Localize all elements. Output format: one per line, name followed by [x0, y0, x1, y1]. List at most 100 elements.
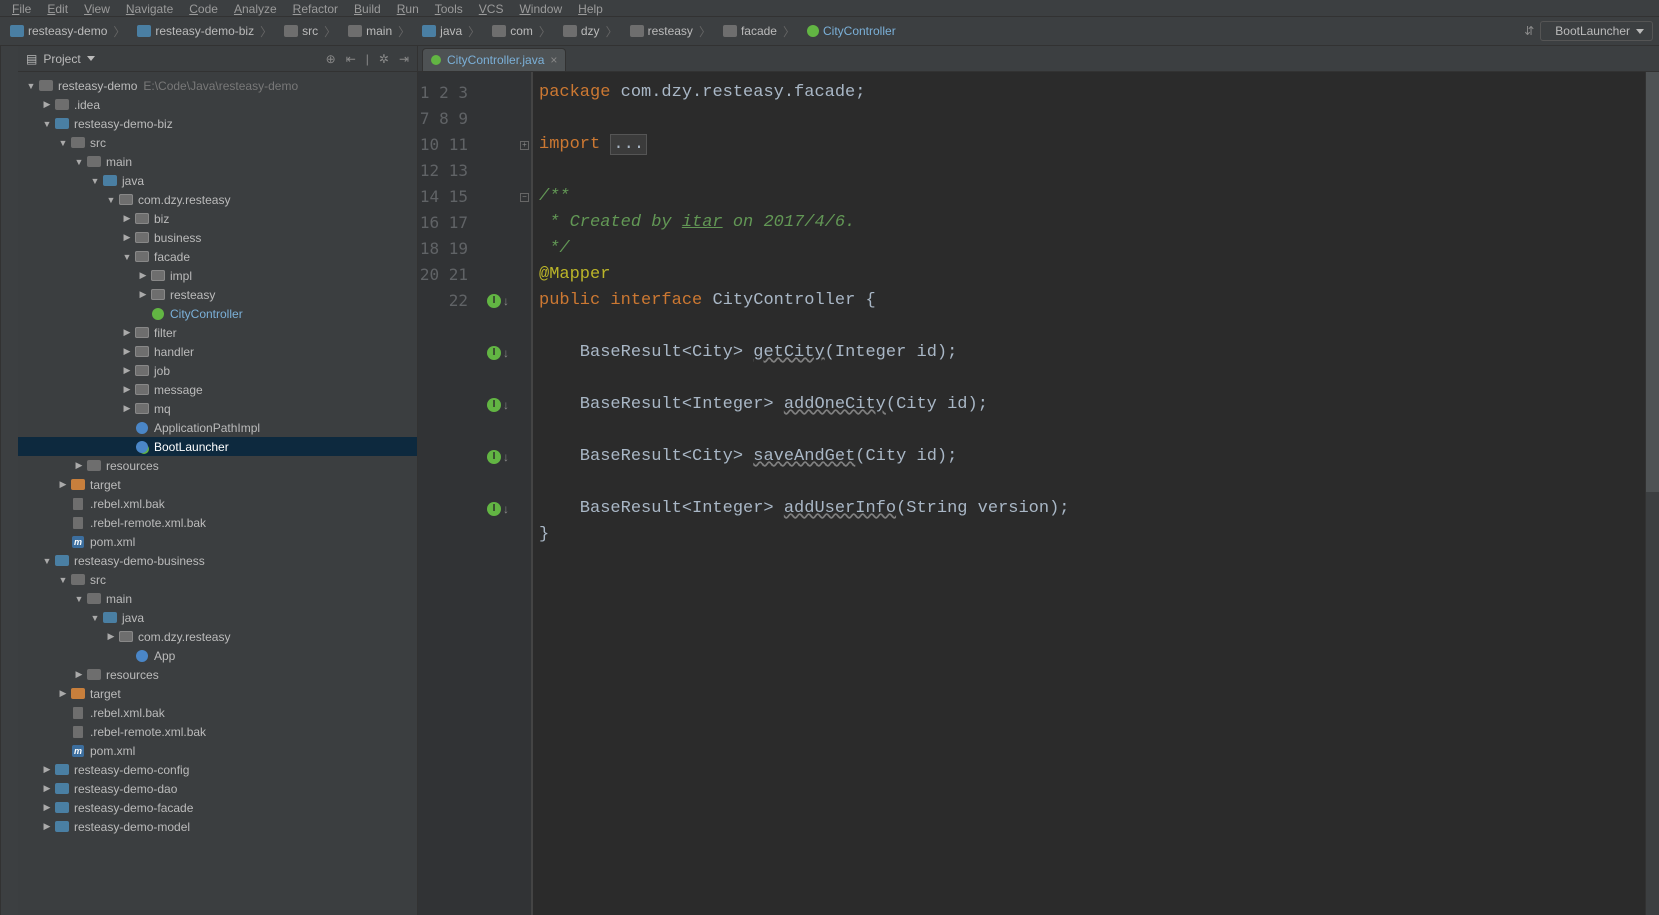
tree-arrow-icon[interactable]: ▶ — [42, 783, 52, 794]
tree-item-mq[interactable]: ▶mq — [18, 399, 417, 418]
tree-arrow-icon[interactable]: ▶ — [42, 99, 52, 110]
tree-arrow-icon[interactable]: ▼ — [58, 575, 68, 585]
implement-gutter-icon[interactable]: I — [487, 502, 501, 516]
implement-gutter-icon[interactable]: I — [487, 398, 501, 412]
tree-arrow-icon[interactable]: ▼ — [42, 556, 52, 566]
tree-arrow-icon[interactable]: ▼ — [74, 594, 84, 604]
tree-arrow-icon[interactable]: ▶ — [122, 384, 132, 395]
tree-arrow-icon[interactable]: ▶ — [138, 270, 148, 281]
tree-item-resources[interactable]: ▶resources — [18, 665, 417, 684]
hide-icon[interactable]: ⇥ — [399, 52, 409, 66]
tree-item-resteasy-demo-biz[interactable]: ▼resteasy-demo-biz — [18, 114, 417, 133]
tree-item-handler[interactable]: ▶handler — [18, 342, 417, 361]
breadcrumb-java[interactable]: java〉 — [418, 21, 484, 42]
tree-item-com-dzy-resteasy[interactable]: ▼com.dzy.resteasy — [18, 190, 417, 209]
tree-arrow-icon[interactable]: ▶ — [74, 460, 84, 471]
menu-vcs[interactable]: VCS — [473, 2, 510, 16]
tree-arrow-icon[interactable]: ▼ — [58, 138, 68, 148]
tree-arrow-icon[interactable]: ▼ — [74, 157, 84, 167]
tree-item-business[interactable]: ▶business — [18, 228, 417, 247]
breadcrumb-resteasy-demo[interactable]: resteasy-demo〉 — [6, 21, 129, 42]
tree-item-resteasy-demo[interactable]: ▼resteasy-demoE:\Code\Java\resteasy-demo — [18, 76, 417, 95]
tree-item-citycontroller[interactable]: CityController — [18, 304, 417, 323]
tab-city-controller[interactable]: CityController.java × — [422, 48, 566, 71]
chevron-down-icon[interactable] — [87, 56, 95, 61]
tree-arrow-icon[interactable]: ▶ — [122, 403, 132, 414]
tree-arrow-icon[interactable]: ▶ — [122, 365, 132, 376]
project-tree[interactable]: ▼resteasy-demoE:\Code\Java\resteasy-demo… — [18, 72, 417, 915]
tree-item-app[interactable]: App — [18, 646, 417, 665]
tree-item-biz[interactable]: ▶biz — [18, 209, 417, 228]
close-icon[interactable]: × — [550, 53, 557, 67]
menu-window[interactable]: Window — [513, 2, 568, 16]
tree-arrow-icon[interactable]: ▼ — [106, 195, 116, 205]
tree-item-java[interactable]: ▼java — [18, 608, 417, 627]
breadcrumb-dzy[interactable]: dzy〉 — [559, 21, 622, 42]
editor-scrollbar[interactable] — [1645, 72, 1659, 915]
menu-tools[interactable]: Tools — [429, 2, 469, 16]
tree-arrow-icon[interactable]: ▶ — [122, 346, 132, 357]
tree-arrow-icon[interactable]: ▶ — [74, 669, 84, 680]
tree-item-main[interactable]: ▼main — [18, 589, 417, 608]
tree-item-resteasy-demo-business[interactable]: ▼resteasy-demo-business — [18, 551, 417, 570]
fold-icon[interactable]: + — [520, 141, 529, 150]
menu-build[interactable]: Build — [348, 2, 387, 16]
breadcrumb-main[interactable]: main〉 — [344, 21, 414, 42]
scrollbar-thumb[interactable] — [1646, 72, 1659, 492]
gear-icon[interactable]: ✲ — [379, 52, 389, 66]
tree-item-pom-xml[interactable]: mpom.xml — [18, 741, 417, 760]
tree-item-pom-xml[interactable]: mpom.xml — [18, 532, 417, 551]
menu-refactor[interactable]: Refactor — [287, 2, 344, 16]
tree-item-message[interactable]: ▶message — [18, 380, 417, 399]
breadcrumb-citycontroller[interactable]: CityController — [803, 22, 900, 40]
breadcrumbs[interactable]: resteasy-demo〉resteasy-demo-biz〉src〉main… — [6, 21, 1524, 42]
menu-navigate[interactable]: Navigate — [120, 2, 179, 16]
tree-arrow-icon[interactable]: ▼ — [90, 176, 100, 186]
menu-edit[interactable]: Edit — [41, 2, 74, 16]
breadcrumb-facade[interactable]: facade〉 — [719, 21, 799, 42]
sync-icon[interactable]: ⇵ — [1524, 24, 1534, 38]
menu-bar[interactable]: File Edit View Navigate Code Analyze Refactor B… — [0, 0, 1659, 16]
tree-item--rebel-xml-bak[interactable]: .rebel.xml.bak — [18, 494, 417, 513]
tree-arrow-icon[interactable]: ▶ — [42, 802, 52, 813]
sidebar-title[interactable]: Project — [43, 52, 80, 66]
tree-item-target[interactable]: ▶target — [18, 684, 417, 703]
left-tool-strip[interactable] — [0, 46, 18, 915]
tree-item-facade[interactable]: ▼facade — [18, 247, 417, 266]
menu-file[interactable]: File — [6, 2, 37, 16]
fold-gutter[interactable]: +− — [518, 72, 532, 915]
menu-code[interactable]: Code — [183, 2, 224, 16]
breadcrumb-resteasy[interactable]: resteasy〉 — [626, 21, 715, 42]
menu-help[interactable]: Help — [572, 2, 609, 16]
tree-arrow-icon[interactable]: ▶ — [42, 821, 52, 832]
locate-icon[interactable]: ⊕ — [326, 52, 336, 66]
tree-arrow-icon[interactable]: ▶ — [122, 213, 132, 224]
tree-item--rebel-remote-xml-bak[interactable]: .rebel-remote.xml.bak — [18, 513, 417, 532]
tree-arrow-icon[interactable]: ▼ — [42, 119, 52, 129]
tree-item-main[interactable]: ▼main — [18, 152, 417, 171]
breadcrumb-com[interactable]: com〉 — [488, 21, 555, 42]
menu-view[interactable]: View — [78, 2, 116, 16]
tree-item-java[interactable]: ▼java — [18, 171, 417, 190]
tree-item--idea[interactable]: ▶.idea — [18, 95, 417, 114]
tree-arrow-icon[interactable]: ▶ — [42, 764, 52, 775]
breadcrumb-src[interactable]: src〉 — [280, 21, 340, 42]
tree-item-resources[interactable]: ▶resources — [18, 456, 417, 475]
implement-gutter-icon[interactable]: I — [487, 450, 501, 464]
tree-arrow-icon[interactable]: ▶ — [58, 688, 68, 699]
tree-arrow-icon[interactable]: ▶ — [122, 232, 132, 243]
tree-item-resteasy[interactable]: ▶resteasy — [18, 285, 417, 304]
tree-item-filter[interactable]: ▶filter — [18, 323, 417, 342]
implement-gutter-icon[interactable]: I — [487, 294, 501, 308]
line-number-gutter[interactable]: 1 2 3 7 8 9 10 11 12 13 14 15 16 17 18 1… — [418, 72, 478, 915]
tree-item-resteasy-demo-config[interactable]: ▶resteasy-demo-config — [18, 760, 417, 779]
tree-item-target[interactable]: ▶target — [18, 475, 417, 494]
tree-item-resteasy-demo-model[interactable]: ▶resteasy-demo-model — [18, 817, 417, 836]
tree-item-src[interactable]: ▼src — [18, 570, 417, 589]
tree-item-job[interactable]: ▶job — [18, 361, 417, 380]
tree-arrow-icon[interactable]: ▼ — [90, 613, 100, 623]
tree-item-applicationpathimpl[interactable]: ApplicationPathImpl — [18, 418, 417, 437]
collapse-icon[interactable]: ⇤ — [346, 52, 356, 66]
tree-item-resteasy-demo-dao[interactable]: ▶resteasy-demo-dao — [18, 779, 417, 798]
menu-analyze[interactable]: Analyze — [228, 2, 283, 16]
